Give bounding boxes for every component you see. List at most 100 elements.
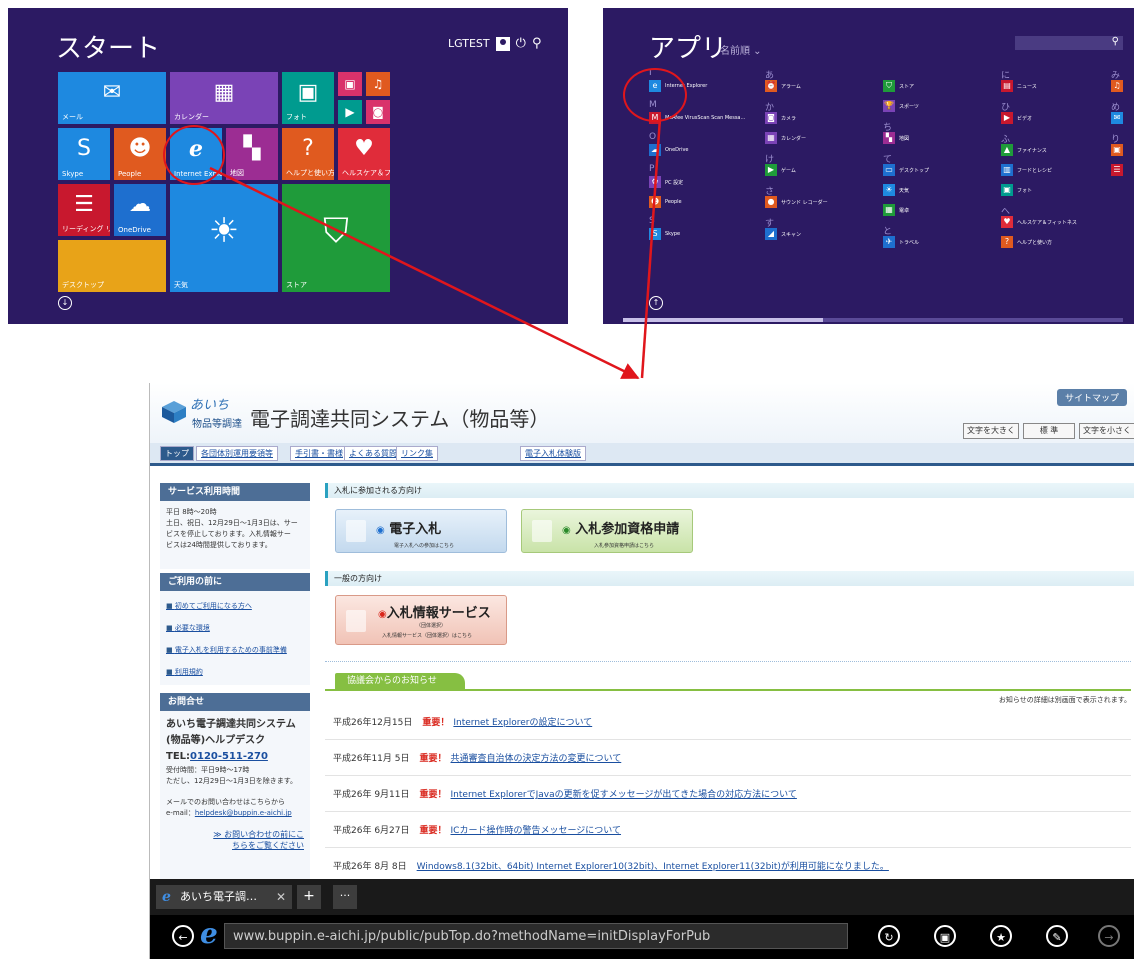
tile[interactable]: S Skype: [58, 128, 110, 180]
news-link[interactable]: 共通審査自治体の決定方法の変更について: [451, 754, 622, 764]
app-item[interactable]: ? ヘルプと使い方: [1001, 236, 1052, 248]
app-item[interactable]: ◙ カメラ: [765, 112, 796, 124]
app-item[interactable]: ▤ ニュース: [1001, 80, 1037, 92]
app-item[interactable]: ● サウンド レコーダー: [765, 196, 828, 208]
tile[interactable]: ☻ People: [114, 128, 166, 180]
tile[interactable]: ▚ 地図: [226, 128, 278, 180]
tile[interactable]: ☀ 天気: [170, 184, 278, 292]
app-name: 地図: [899, 135, 910, 142]
app-item[interactable]: ▶ ビデオ: [1001, 112, 1032, 124]
font-larger-button[interactable]: 文字を大きく: [963, 423, 1019, 439]
tabs-icon[interactable]: ▣: [934, 925, 956, 947]
bullet-icon: ◉: [562, 525, 571, 536]
app-item[interactable]: ☻ People: [649, 196, 682, 208]
app-item[interactable]: ⏰ アラーム: [765, 80, 801, 92]
tile[interactable]: ⛉ ストア: [282, 184, 390, 292]
link-first-time[interactable]: 初めてご利用になる方へ: [166, 601, 252, 612]
app-item[interactable]: ♥ ヘルスケア＆フィットネス: [1001, 216, 1077, 228]
contact-more-link[interactable]: ≫ お問い合わせの前にこ: [166, 829, 304, 840]
tab-close-icon[interactable]: ✕: [276, 885, 286, 909]
news-link[interactable]: ICカード操作時の警告メッセージについて: [451, 826, 622, 836]
app-item[interactable]: ✉: [1111, 112, 1123, 124]
app-item[interactable]: ▚ 地図: [883, 132, 909, 144]
forward-icon[interactable]: →: [1098, 925, 1120, 947]
news-note: お知らせの詳細は別画面で表示されます。: [998, 696, 1131, 704]
app-item[interactable]: ◢ スキャン: [765, 228, 801, 240]
news-row: 平成26年11月 5日 重要！ 共通審査自治体の決定方法の変更について: [333, 751, 1131, 764]
app-item[interactable]: ▲ ファイナンス: [1001, 144, 1047, 156]
tile-label: デスクトップ: [62, 281, 104, 289]
tile[interactable]: ▦ カレンダー: [170, 72, 278, 124]
tile-grid: ✉ メール ▦ カレンダー ▣ フォト ▣ ♫ ▶ ◙ S Skype ☻ People e Internet…: [8, 8, 568, 324]
url-input[interactable]: www.buppin.e-aichi.jp/public/pubTop.do?m…: [224, 923, 848, 949]
sitemap-link[interactable]: サイトマップ: [1056, 389, 1127, 406]
tile[interactable]: ? ヘルプと使い方: [282, 128, 334, 180]
app-group-letter[interactable]: S: [649, 216, 655, 226]
tab-tools-button[interactable]: ···: [333, 885, 357, 909]
link-preparation[interactable]: 電子入札を利用するための事前準備: [166, 645, 287, 656]
app-item[interactable]: ▦ 電卓: [883, 204, 909, 216]
page-tools-wrench-icon[interactable]: ✎: [1046, 925, 1068, 947]
favorites-star-icon[interactable]: ★: [990, 925, 1012, 947]
tile[interactable]: ▣ フォト: [282, 72, 334, 124]
app-item[interactable]: ☁ OneDrive: [649, 144, 689, 156]
new-tab-button[interactable]: +: [297, 885, 321, 909]
app-item[interactable]: ▥ フードとレシピ: [1001, 164, 1052, 176]
contact-more-link-2[interactable]: ちらをご覧ください: [166, 840, 304, 851]
apps-scrollbar[interactable]: [623, 318, 1123, 322]
app-item[interactable]: ▣ フォト: [1001, 184, 1032, 196]
tile[interactable]: ▣: [338, 72, 362, 96]
tab-title: あいち電子調…: [180, 890, 257, 903]
news-link[interactable]: Internet ExplorerでJavaの更新を促すメッセージが出てきた場合…: [451, 790, 797, 800]
app-item[interactable]: S Skype: [649, 228, 680, 240]
font-standard-button[interactable]: 標 準: [1023, 423, 1075, 439]
nav-faq[interactable]: よくある質問: [344, 446, 402, 461]
news-row: 平成26年 9月11日 重要！ Internet ExplorerでJavaの更新を…: [333, 787, 1131, 800]
tile[interactable]: ▶: [338, 100, 362, 124]
back-icon[interactable]: ←: [172, 925, 194, 947]
bid-info-button[interactable]: ◉入札情報サービス （団体選択） 入札情報サービス（団体選択）はこちら: [335, 595, 507, 645]
tile[interactable]: ☰ リーディング リスト: [58, 184, 110, 236]
app-item[interactable]: ✈ トラベル: [883, 236, 919, 248]
app-item[interactable]: ▭ デスクトップ: [883, 164, 929, 176]
tile[interactable]: ♥ ヘルスケア＆フィットネス: [338, 128, 390, 180]
tile[interactable]: ✉ メール: [58, 72, 166, 124]
tile[interactable]: ◙: [366, 100, 390, 124]
tel-link[interactable]: 0120-511-270: [190, 751, 268, 762]
app-item[interactable]: ▦ カレンダー: [765, 132, 806, 144]
tile[interactable]: ♫: [366, 72, 390, 96]
app-item[interactable]: ▣: [1111, 144, 1123, 156]
tile[interactable]: デスクトップ: [58, 240, 166, 292]
nav-trial[interactable]: 電子入札体験版: [520, 446, 586, 461]
all-apps-arrow-icon[interactable]: ↓: [58, 296, 72, 310]
tile-label: カレンダー: [174, 113, 209, 121]
refresh-icon[interactable]: ↻: [878, 925, 900, 947]
nav-links[interactable]: リンク集: [396, 446, 438, 461]
nav-top[interactable]: トップ: [160, 446, 194, 461]
app-item[interactable]: ♫: [1111, 80, 1123, 92]
start-arrow-icon[interactable]: ↑: [649, 296, 663, 310]
ebid-button[interactable]: ◉ 電子入札 電子入札への参加はこちら: [335, 509, 507, 553]
app-group-letter[interactable]: P: [649, 164, 654, 174]
nav-guidelines[interactable]: 各団体別運用要領等: [196, 446, 278, 461]
scroll-thumb[interactable]: [623, 318, 823, 322]
app-item[interactable]: ☰: [1111, 164, 1123, 176]
app-item[interactable]: ⛉ ストア: [883, 80, 914, 92]
news-link[interactable]: Internet Explorerの設定について: [453, 718, 592, 728]
app-item[interactable]: ☀ 天気: [883, 184, 909, 196]
app-group-letter[interactable]: O: [649, 132, 656, 142]
app-name: ヘルプと使い方: [1017, 239, 1053, 246]
hours-line: ただし、12月29日～1月3日を除きます。: [166, 777, 298, 785]
app-item[interactable]: ⚙ PC 設定: [649, 176, 683, 188]
mail-link[interactable]: helpdesk@buppin.e-aichi.jp: [195, 809, 292, 817]
app-item[interactable]: ▶ ゲーム: [765, 164, 796, 176]
link-requirements[interactable]: 必要な環境: [166, 623, 210, 634]
browser-tab[interactable]: e あいち電子調… ✕: [156, 885, 292, 909]
app-item[interactable]: 🏆 スポーツ: [883, 100, 919, 112]
nav-manuals[interactable]: 手引書・書様: [290, 446, 348, 461]
link-terms[interactable]: 利用規約: [166, 667, 203, 678]
font-smaller-button[interactable]: 文字を小さく: [1079, 423, 1134, 439]
tile[interactable]: ☁ OneDrive: [114, 184, 166, 236]
qualification-button[interactable]: ◉ 入札参加資格申請 入札参加資格申請はこちら: [521, 509, 693, 553]
news-link[interactable]: Windows8.1(32bit、64bit) Internet Explore…: [417, 862, 889, 872]
